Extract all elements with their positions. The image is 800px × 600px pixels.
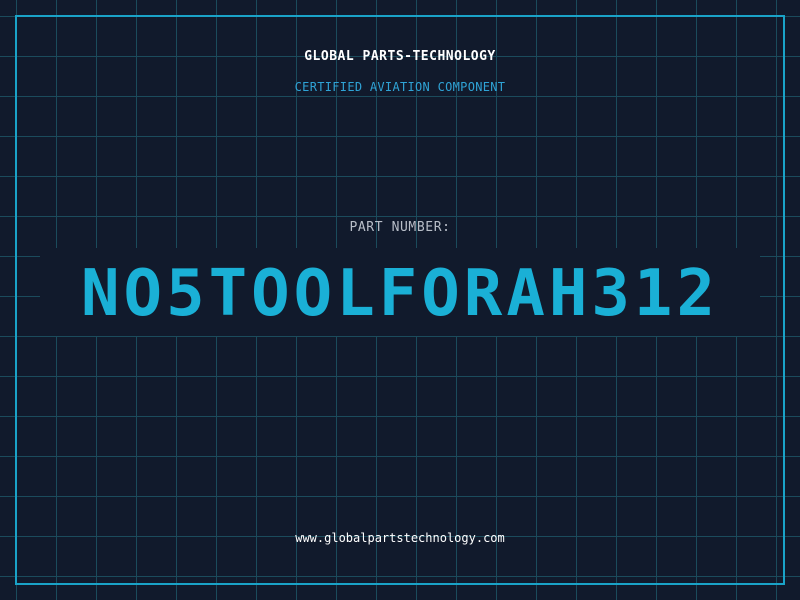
part-number-label: PART NUMBER:	[349, 220, 451, 235]
website-url: www.globalpartstechnology.com	[295, 531, 505, 545]
part-number-value: NO5TOOLFORAH312	[81, 257, 719, 331]
blueprint-card: GLOBAL PARTS-TECHNOLOGY CERTIFIED AVIATI…	[0, 0, 800, 600]
company-name: GLOBAL PARTS-TECHNOLOGY	[304, 49, 496, 64]
tagline: CERTIFIED AVIATION COMPONENT	[294, 80, 506, 94]
